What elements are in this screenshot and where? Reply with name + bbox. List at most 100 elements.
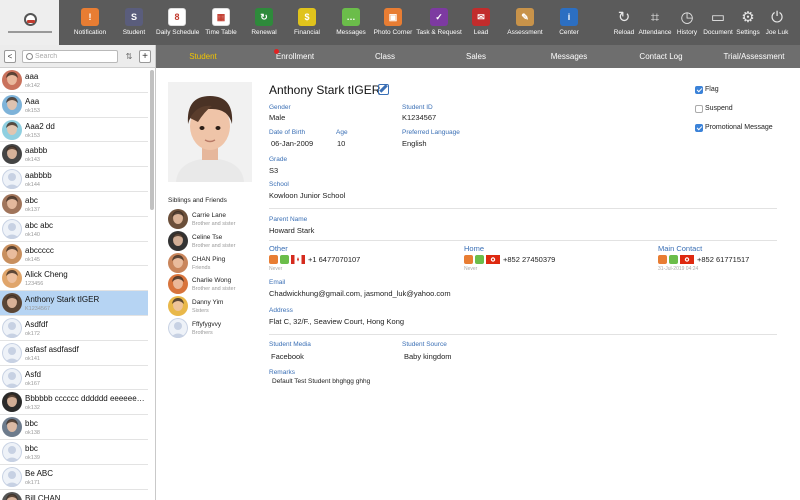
toolbar-student-button[interactable]: S Student <box>119 0 149 45</box>
student-list-item[interactable]: Asfd ok167 <box>0 366 148 391</box>
tab-student[interactable]: Student <box>178 45 228 68</box>
student-list-item[interactable]: abc ok137 <box>0 192 148 217</box>
toolbar-label: Financial <box>293 29 320 36</box>
tab-enrollment[interactable]: Enrollment <box>260 45 330 68</box>
student-list-item[interactable]: Alick Cheng 123456 <box>0 266 148 292</box>
power-icon: ⏻ <box>771 8 783 26</box>
student-list-item[interactable]: Bill CHAN <box>0 490 148 500</box>
student-list-item[interactable]: Be ABC ok171 <box>0 465 148 490</box>
toolbar-attendance-button[interactable]: ⌗ Attendance <box>637 0 673 45</box>
toolbar-messages-button[interactable]: … Messages <box>334 0 368 45</box>
sibling-relation: Sisters <box>192 308 209 315</box>
student-list-code: ok143 <box>25 157 40 164</box>
call-icon[interactable] <box>269 255 278 264</box>
student-list-code: ok153 <box>25 132 40 139</box>
tab-sales[interactable]: Sales <box>461 45 491 68</box>
toolbar-assessment-button[interactable]: ✎ Assessment <box>506 0 544 45</box>
avatar <box>168 252 188 273</box>
flag-checkbox-box[interactable] <box>695 86 703 94</box>
toolbar-power-button[interactable]: ⏻ Joe Luk <box>763 0 791 45</box>
toolbar-notification-button[interactable]: ! Notification <box>69 0 111 45</box>
promotional-checkbox-box[interactable] <box>695 124 703 132</box>
sibling-item[interactable]: Charlie Wong Brother and sister <box>168 274 258 295</box>
student-list-item[interactable]: Anthony Stark tIGER K1234567 <box>0 291 148 316</box>
toolbar-lead-button[interactable]: ✉ Lead <box>463 0 499 45</box>
toolbar-folder-button[interactable]: ▭ Document <box>703 0 733 45</box>
sms-icon[interactable] <box>475 255 484 264</box>
sms-icon[interactable] <box>669 255 678 264</box>
sidebar-search-bar: < ⇅ + <box>0 45 155 68</box>
sibling-item[interactable]: Danny Yim Sisters <box>168 296 258 317</box>
tab-messages[interactable]: Messages <box>542 45 596 68</box>
suspend-checkbox-box[interactable] <box>695 105 703 113</box>
avatar <box>2 169 22 190</box>
promotional-checkbox-label: Promotional Message <box>705 124 773 131</box>
toolbar-timetable-button[interactable]: ▦ Time Table <box>204 0 238 45</box>
student-list-item[interactable]: aabbbb ok144 <box>0 167 148 192</box>
student-list-item[interactable]: bbc ok139 <box>0 440 148 465</box>
toolbar-financial-button[interactable]: $ Financial <box>288 0 326 45</box>
toolbar-gear-button[interactable]: ⚙ Settings <box>735 0 761 45</box>
student-list-name: abc <box>25 195 38 205</box>
toolbar-photo-button[interactable]: ▣ Photo Corner <box>372 0 414 45</box>
sibling-item[interactable]: Celine Tse Brother and sister <box>168 230 258 251</box>
student-list-name: asfasf asdfasdf <box>25 344 79 354</box>
grade-value: S3 <box>269 166 279 175</box>
email-label: Email <box>269 279 286 286</box>
student-list-item[interactable]: Aaa2 dd ok153 <box>0 118 148 143</box>
toolbar-task-button[interactable]: ✓ Task & Request <box>416 0 462 45</box>
student-list-item[interactable]: abccccc ok145 <box>0 242 148 267</box>
email-value[interactable]: Chadwickhung@gmail.com, jasmond_luk@yaho… <box>269 289 451 298</box>
student-list-code: K1234567 <box>25 306 51 313</box>
toolbar-label: Task & Request <box>416 29 462 36</box>
hongkong-flag-icon <box>680 255 694 264</box>
phone-number[interactable]: +852 27450379 <box>503 255 555 264</box>
sibling-name: CHAN Ping <box>192 255 226 263</box>
back-button[interactable]: < <box>4 50 16 63</box>
student-list-item[interactable]: asfasf asdfasdf ok141 <box>0 341 148 366</box>
student-list-item[interactable]: aabbb ok143 <box>0 142 148 168</box>
toolbar-reload-button[interactable]: ↻ Reload <box>612 0 636 45</box>
toolbar-calendar-button[interactable]: 8 Daily Schedule <box>156 0 199 45</box>
phone-number[interactable]: +1 6477070107 <box>308 255 360 264</box>
age-value: 10 <box>337 139 346 148</box>
phone-number[interactable]: +852 61771517 <box>697 255 749 264</box>
search-input[interactable] <box>35 51 115 62</box>
student-list-item[interactable]: Aaa ok153 <box>0 93 148 118</box>
student-list-name: abccccc <box>25 245 54 255</box>
sibling-item[interactable]: Fffyfygvvy Brothers <box>168 318 258 338</box>
call-icon[interactable] <box>658 255 667 264</box>
section-tabs: Student Enrollment Class Sales Messages Conta… <box>156 45 800 68</box>
student-list-name: aabbb <box>25 146 48 156</box>
sibling-name: Carrie Lane <box>192 212 226 219</box>
tab-contact-log[interactable]: Contact Log <box>632 45 690 68</box>
toolbar-renewal-button[interactable]: ↻ Renewal <box>245 0 283 45</box>
phone-type-label: Other <box>269 244 288 253</box>
list-scrollbar[interactable] <box>150 70 154 210</box>
toolbar-center-button[interactable]: i Center <box>550 0 588 45</box>
student-list-item[interactable]: Asdfdf ok172 <box>0 316 148 341</box>
student-list-name: Aaa2 dd <box>25 121 55 131</box>
toolbar-label: History <box>676 29 698 36</box>
edit-icon[interactable] <box>378 84 389 95</box>
avatar <box>2 94 22 115</box>
student-list-code: ok153 <box>25 107 40 114</box>
sibling-item[interactable]: CHAN Ping Friends <box>168 252 258 273</box>
sms-icon[interactable] <box>280 255 289 264</box>
tab-class[interactable]: Class <box>367 45 403 68</box>
student-list-item[interactable]: abc abc ok140 <box>0 217 148 242</box>
add-student-button[interactable]: + <box>139 50 151 63</box>
toolbar-history-button[interactable]: ◷ History <box>674 0 700 45</box>
call-icon[interactable] <box>464 255 473 264</box>
attendance-icon: ⌗ <box>650 8 660 26</box>
sibling-item[interactable]: Carrie Lane Brother and sister <box>168 209 258 229</box>
tab-trial-assessment[interactable]: Trial/Assessment <box>715 45 793 68</box>
student-list-item[interactable]: aaa ok142 <box>0 68 148 93</box>
toolbar-label: Messages <box>336 29 366 36</box>
student-photo-image <box>168 82 252 182</box>
student-id-label: Student ID <box>402 104 433 111</box>
sort-icon[interactable]: ⇅ <box>124 50 134 63</box>
student-list-item[interactable]: bbc ok138 <box>0 415 148 440</box>
student-list-code: ok145 <box>25 256 40 263</box>
student-list-item[interactable]: Bbbbbb cccccc dddddd eeeeeeee ok132 <box>0 390 148 416</box>
